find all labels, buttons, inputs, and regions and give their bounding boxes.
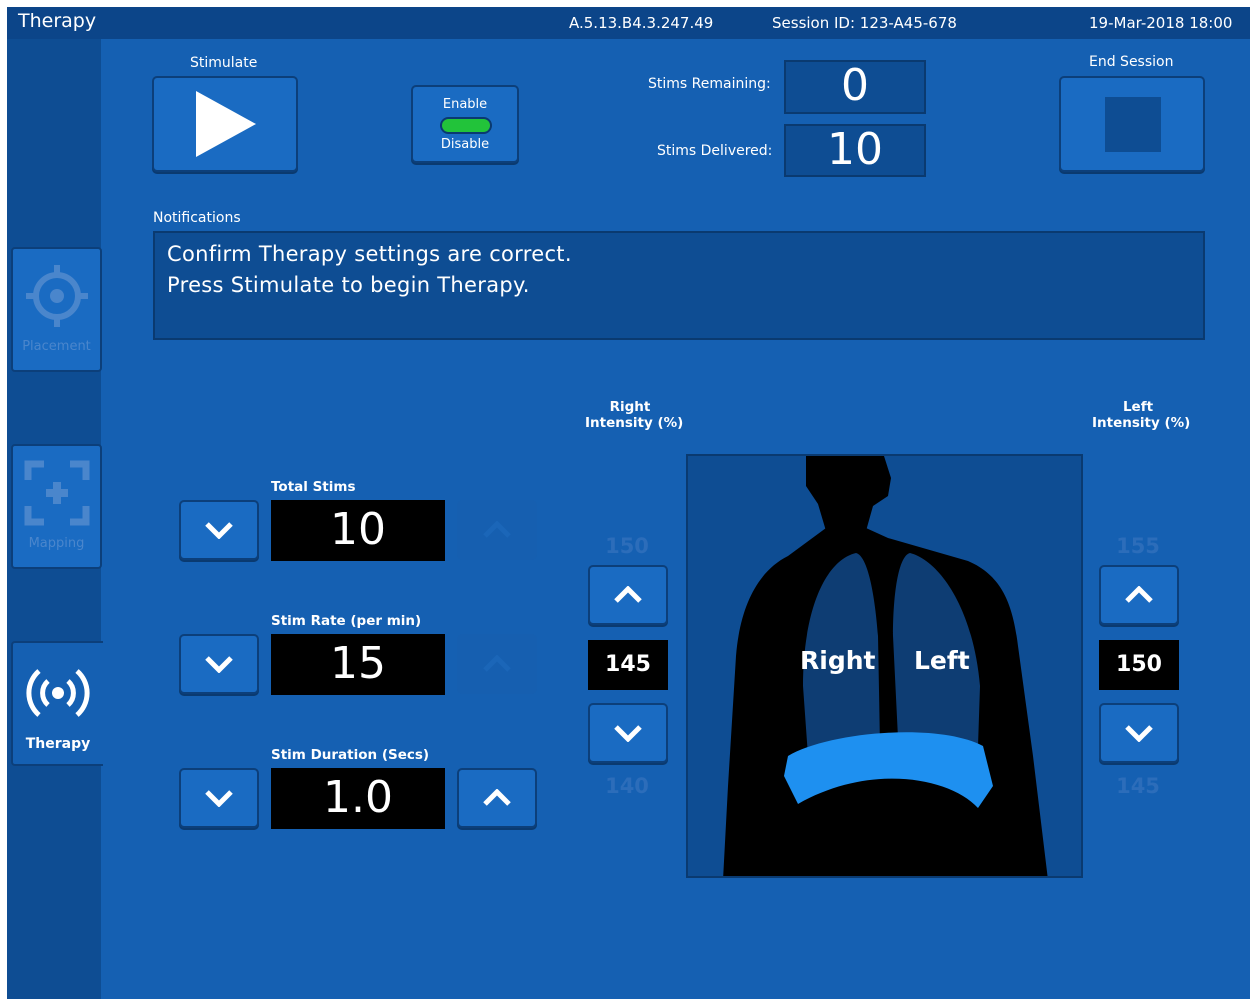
therapy-screen: Therapy A.5.13.B4.3.247.49 Session ID: 1… — [7, 7, 1250, 999]
left-intensity-next-value: 155 — [1116, 534, 1160, 558]
play-icon — [196, 91, 256, 157]
right-intensity-label: Right Intensity (%) — [585, 399, 684, 431]
chevron-down-icon — [614, 725, 642, 742]
stim-rate-decrease-button[interactable] — [179, 634, 259, 694]
stims-remaining-label: Stims Remaining: — [648, 76, 771, 92]
left-intensity-prev-value: 145 — [1116, 774, 1160, 798]
stimulate-button[interactable] — [152, 76, 298, 172]
chevron-up-icon — [614, 586, 642, 603]
chevron-up-icon — [483, 655, 511, 672]
chevron-down-icon — [205, 656, 233, 673]
sidebar-item-placement[interactable]: Placement — [11, 247, 102, 372]
chevron-up-icon — [483, 789, 511, 806]
disable-label: Disable — [440, 137, 490, 152]
sidebar-item-therapy[interactable]: Therapy — [11, 641, 103, 766]
enable-disable-toggle[interactable]: Enable Disable — [411, 85, 519, 163]
chevron-down-icon — [205, 522, 233, 539]
notifications-panel: Confirm Therapy settings are correct. Pr… — [153, 231, 1205, 340]
software-version: A.5.13.B4.3.247.49 — [569, 14, 714, 32]
right-intensity-prev-value: 140 — [605, 774, 649, 798]
end-session-button[interactable] — [1059, 76, 1205, 172]
stim-rate-label: Stim Rate (per min) — [271, 613, 422, 629]
right-lung-label: Right — [800, 646, 876, 675]
left-intensity-label-line: Left — [1122, 399, 1154, 415]
crosshair-icon — [25, 265, 88, 327]
right-intensity-increase-button[interactable] — [588, 565, 668, 625]
sidebar-item-label: Placement — [22, 339, 91, 354]
enable-label: Enable — [442, 97, 488, 112]
stim-duration-increase-button[interactable] — [457, 768, 537, 828]
sidebar-item-mapping[interactable]: Mapping — [11, 444, 102, 569]
stim-rate-increase-button[interactable] — [457, 634, 537, 694]
total-stims-label: Total Stims — [271, 479, 356, 495]
session-id: Session ID: 123-A45-678 — [772, 14, 957, 32]
stim-rate-value: 15 — [271, 634, 445, 695]
stim-duration-value: 1.0 — [271, 768, 445, 829]
right-intensity-label-line: Intensity (%) — [585, 415, 684, 431]
left-intensity-decrease-button[interactable] — [1099, 703, 1179, 763]
notification-line: Press Stimulate to begin Therapy. — [167, 273, 530, 297]
notification-line: Confirm Therapy settings are correct. — [167, 242, 572, 266]
chevron-down-icon — [205, 790, 233, 807]
torso-illustration — [723, 456, 1048, 876]
header-bar: Therapy A.5.13.B4.3.247.49 Session ID: 1… — [7, 7, 1250, 39]
left-intensity-label-line: Intensity (%) — [1092, 415, 1191, 431]
end-session-label: End Session — [1089, 54, 1174, 70]
notifications-label: Notifications — [153, 210, 241, 226]
total-stims-increase-button[interactable] — [457, 500, 537, 560]
date-time: 19-Mar-2018 18:00 — [1089, 14, 1233, 32]
left-intensity-value: 150 — [1099, 640, 1179, 690]
right-intensity-decrease-button[interactable] — [588, 703, 668, 763]
right-intensity-next-value: 150 — [605, 534, 649, 558]
stims-remaining-value: 0 — [784, 60, 926, 114]
left-intensity-label: Left Intensity (%) — [1092, 399, 1191, 431]
broadcast-icon — [26, 669, 90, 717]
stimulate-label: Stimulate — [190, 55, 258, 71]
stims-delivered-value: 10 — [784, 124, 926, 177]
body-diagram: Right Left — [686, 454, 1083, 878]
toggle-indicator — [440, 117, 492, 134]
sidebar-item-label: Mapping — [28, 536, 85, 551]
stim-duration-label: Stim Duration (Secs) — [271, 747, 430, 763]
stop-icon — [1105, 97, 1161, 152]
stims-delivered-label: Stims Delivered: — [657, 143, 773, 159]
chevron-up-icon — [483, 521, 511, 538]
total-stims-decrease-button[interactable] — [179, 500, 259, 560]
right-intensity-label-line: Right — [609, 399, 651, 415]
stim-duration-decrease-button[interactable] — [179, 768, 259, 828]
right-intensity-value: 145 — [588, 640, 668, 690]
chevron-up-icon — [1125, 586, 1153, 603]
left-intensity-increase-button[interactable] — [1099, 565, 1179, 625]
left-lung-label: Left — [914, 646, 970, 675]
screen-title: Therapy — [18, 10, 97, 32]
sidebar-item-label: Therapy — [25, 736, 91, 752]
focus-frame-icon — [24, 460, 89, 526]
sidebar: Placement Mapping Therapy — [7, 39, 103, 999]
total-stims-value: 10 — [271, 500, 445, 561]
chevron-down-icon — [1125, 725, 1153, 742]
